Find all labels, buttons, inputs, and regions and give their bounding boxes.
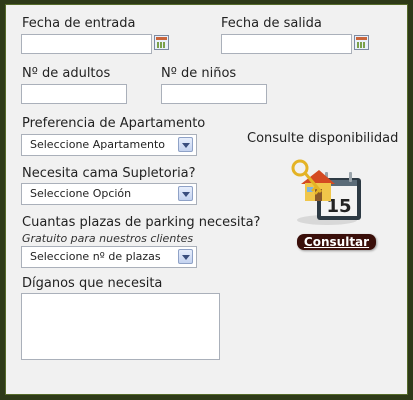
- check-out-input[interactable]: [221, 34, 352, 54]
- check-in-label: Fecha de entrada: [22, 16, 136, 31]
- reservation-panel: Fecha de entrada Fecha de salida Nº de a…: [5, 4, 408, 395]
- parking-select[interactable]: Seleccione nº de plazas: [21, 246, 197, 268]
- children-label: Nº de niños: [161, 66, 237, 81]
- chevron-down-icon[interactable]: [178, 186, 193, 201]
- adults-input[interactable]: [21, 84, 127, 104]
- check-out-label: Fecha de salida: [221, 16, 322, 31]
- parking-select-value: Seleccione nº de plazas: [30, 250, 161, 263]
- children-input[interactable]: [161, 84, 267, 104]
- chevron-down-icon[interactable]: [178, 137, 193, 152]
- apartment-select[interactable]: Seleccione Apartamento: [21, 134, 197, 156]
- adults-label: Nº de adultos: [22, 66, 111, 81]
- consult-button[interactable]: Consultar: [297, 234, 376, 250]
- calendar-icon[interactable]: [154, 35, 169, 50]
- chevron-down-icon[interactable]: [178, 249, 193, 264]
- extra-bed-label: Necesita cama Supletoria?: [22, 166, 196, 181]
- comments-textarea[interactable]: [21, 293, 220, 360]
- extra-bed-select[interactable]: Seleccione Opción: [21, 183, 197, 205]
- apartment-label: Preferencia de Apartamento: [22, 116, 206, 131]
- apartment-select-value: Seleccione Apartamento: [30, 138, 166, 151]
- check-in-input[interactable]: [21, 34, 152, 54]
- availability-title: Consulte disponibilidad: [247, 131, 399, 146]
- parking-label: Cuantas plazas de parking necesita?: [22, 215, 261, 230]
- parking-note: Gratuito para nuestros clientes: [22, 232, 194, 245]
- extra-bed-select-value: Seleccione Opción: [30, 187, 132, 200]
- house-key-calendar-svg: 15: [291, 159, 361, 225]
- calendar-icon[interactable]: [354, 35, 369, 50]
- comments-label: Díganos que necesita: [22, 276, 163, 291]
- house-key-calendar-icon: 15: [291, 158, 366, 228]
